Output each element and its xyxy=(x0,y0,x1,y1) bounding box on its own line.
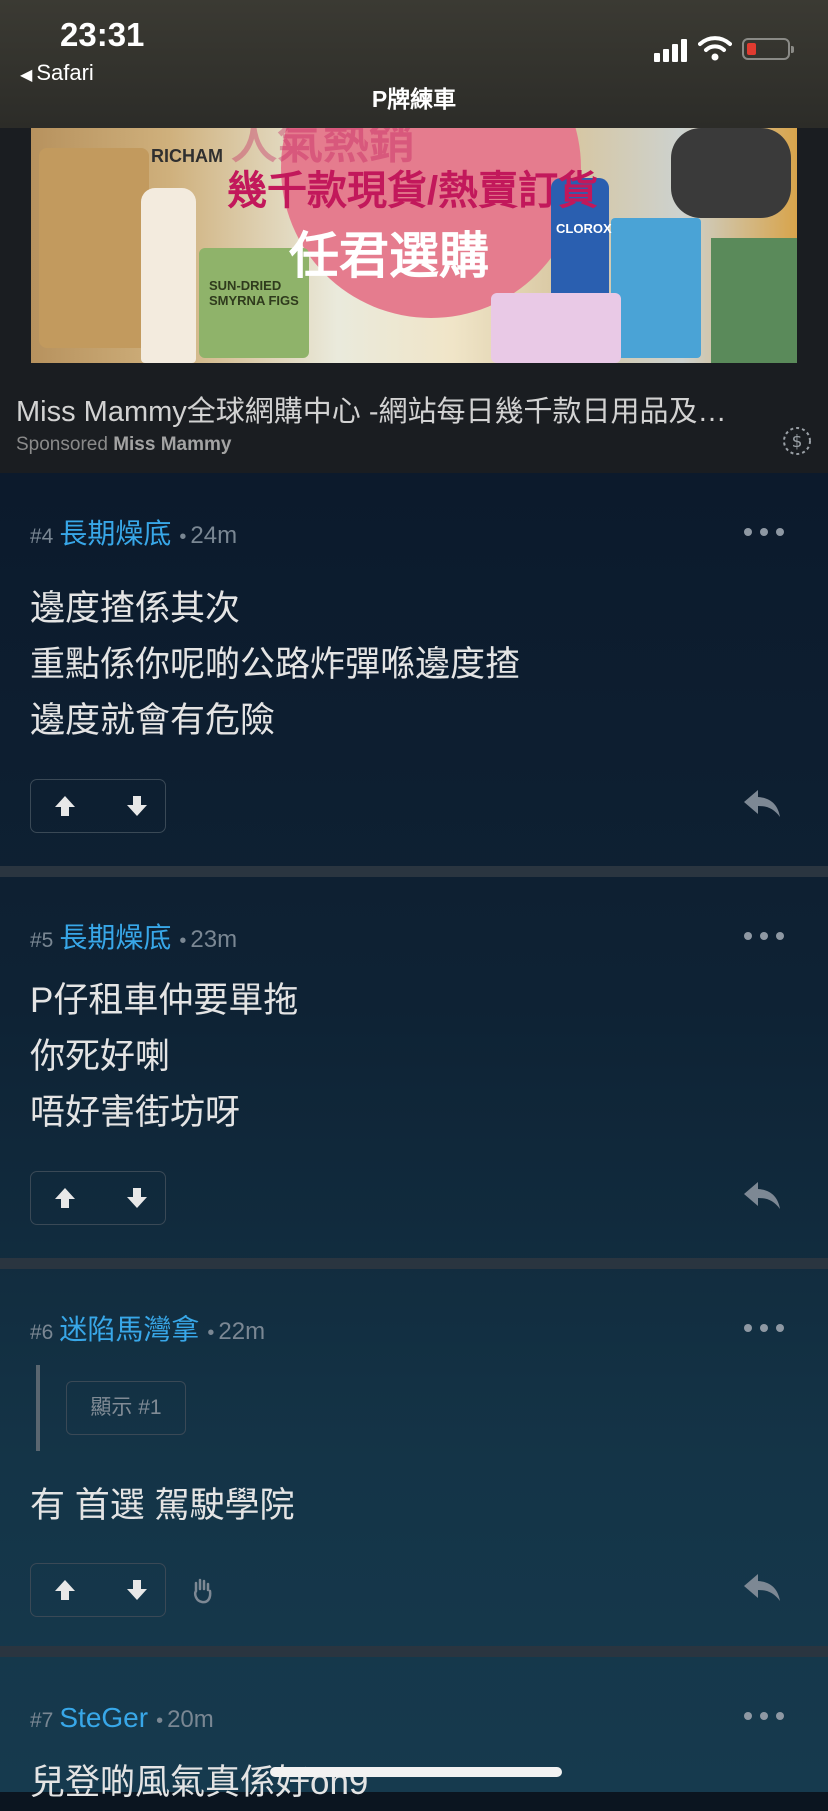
post-body: 邊度揸係其次重點係你呢啲公路炸彈喺邊度揸 邊度就會有危險 xyxy=(30,581,520,749)
cellular-signal-icon xyxy=(654,38,690,62)
sponsored-label: Sponsored xyxy=(16,434,108,455)
sponsor-name: Miss Mammy xyxy=(113,434,232,455)
sponsored-ad[interactable]: RICHAM 人氣熱銷 幾千款現貨/熱賣訂貨 任君選購 CLOROX SUN-D… xyxy=(0,128,828,473)
post-time: 24m xyxy=(190,522,238,549)
home-indicator[interactable] xyxy=(270,1767,562,1777)
post-line: 你死好喇 xyxy=(30,1037,171,1076)
post-line: 兒登啲風氣真係好on9 xyxy=(30,1763,369,1802)
status-time: 23:31 xyxy=(60,16,145,53)
reply-icon[interactable] xyxy=(742,1178,782,1212)
upvote-arrow-icon[interactable] xyxy=(51,792,79,820)
post-line: P仔租車仲要單拖 xyxy=(30,981,299,1020)
post-time: 22m xyxy=(218,1318,266,1345)
post-item: #6 迷陷馬灣拿 • 22m 顯示 #1 有 首選 駕駛學院 xyxy=(0,1269,828,1649)
more-options-icon[interactable] xyxy=(744,1709,784,1723)
page-title: P牌練車 xyxy=(371,86,457,112)
ad-banner-headline: 幾千款現貨/熱賣訂貨 xyxy=(227,169,599,213)
post-header: #4 長期燥底 • 24m xyxy=(30,518,238,549)
post-number: #6 xyxy=(30,1321,54,1344)
downvote-arrow-icon[interactable] xyxy=(123,1576,151,1604)
more-options-icon[interactable] xyxy=(744,525,784,539)
vote-group xyxy=(30,1171,166,1225)
vote-group xyxy=(30,779,166,833)
post-body: 有 首選 駕駛學院 xyxy=(30,1478,294,1534)
post-header: #5 長期燥底 • 23m xyxy=(30,922,238,953)
post-username[interactable]: 迷陷馬灣拿 xyxy=(59,1314,199,1345)
post-time: 20m xyxy=(167,1706,214,1733)
more-options-icon[interactable] xyxy=(744,1321,784,1335)
reply-feed: #4 長期燥底 • 24m 邊度揸係其次重點係你呢啲公路炸彈喺邊度揸 邊度就會有危險 #… xyxy=(0,473,828,1802)
post-number: #4 xyxy=(30,525,54,548)
post-time: 23m xyxy=(190,926,238,953)
post-username[interactable]: 長期燥底 xyxy=(59,922,171,953)
post-item: #5 長期燥底 • 23m P仔租車仲要單拖 你死好喇唔好害街坊呀 xyxy=(0,877,828,1270)
post-line: 邊度揸係其次 xyxy=(30,589,241,628)
ad-sponsor-line: Sponsored Miss Mammy xyxy=(16,434,231,456)
ad-banner-subheadline: 任君選購 xyxy=(289,228,489,284)
downvote-arrow-icon[interactable] xyxy=(123,1184,151,1212)
post-header: #6 迷陷馬灣拿 • 22m xyxy=(30,1314,266,1345)
upvote-arrow-icon[interactable] xyxy=(51,1184,79,1212)
post-divider xyxy=(0,866,828,877)
post-number: #7 xyxy=(30,1709,54,1732)
show-quote-button[interactable]: 顯示 #1 xyxy=(66,1381,186,1435)
quote-bar xyxy=(36,1365,40,1451)
upvote-arrow-icon[interactable] xyxy=(51,1576,79,1604)
post-number: #5 xyxy=(30,929,54,952)
vote-group xyxy=(30,1563,166,1617)
adchoices-icon[interactable]: $ xyxy=(780,424,814,458)
post-body: 兒登啲風氣真係好on9 xyxy=(30,1755,368,1811)
post-line: 唔好害街坊呀 xyxy=(30,1093,241,1132)
post-item: #4 長期燥底 • 24m 邊度揸係其次重點係你呢啲公路炸彈喺邊度揸 邊度就會有危險 xyxy=(0,473,828,866)
post-line: 有 首選 駕駛學院 xyxy=(30,1486,295,1525)
top-bar: 23:31 ◀ Safari P牌練車 xyxy=(0,0,828,128)
ad-title[interactable]: Miss Mammy全球網購中心 -網站每日幾千款日用品及… xyxy=(16,388,806,430)
ad-banner-image[interactable]: RICHAM 人氣熱銷 幾千款現貨/熱賣訂貨 任君選購 CLOROX SUN-D… xyxy=(31,128,797,363)
battery-icon xyxy=(742,38,794,60)
ad-banner-product: SUN-DRIED SMYRNA FIGS xyxy=(209,278,299,308)
post-username[interactable]: SteGer xyxy=(59,1702,148,1733)
post-body: P仔租車仲要單拖 你死好喇唔好害街坊呀 xyxy=(30,973,298,1141)
svg-text:$: $ xyxy=(792,432,803,452)
wifi-icon xyxy=(698,36,732,61)
post-username[interactable]: 長期燥底 xyxy=(59,518,171,549)
downvote-arrow-icon[interactable] xyxy=(123,792,151,820)
ad-banner-brand: RICHAM xyxy=(151,146,223,166)
clap-hand-icon[interactable] xyxy=(190,1577,216,1605)
post-line: 邊度就會有危險 xyxy=(30,701,276,740)
more-options-icon[interactable] xyxy=(744,929,784,943)
post-divider xyxy=(0,1646,828,1657)
reply-icon[interactable] xyxy=(742,786,782,820)
post-line: 重點係你呢啲公路炸彈喺邊度揸 xyxy=(30,645,521,684)
reply-icon[interactable] xyxy=(742,1570,782,1604)
post-divider xyxy=(0,1258,828,1269)
ad-banner-brand-2: CLOROX xyxy=(556,221,612,236)
post-header: #7 SteGer • 20m xyxy=(30,1702,214,1733)
